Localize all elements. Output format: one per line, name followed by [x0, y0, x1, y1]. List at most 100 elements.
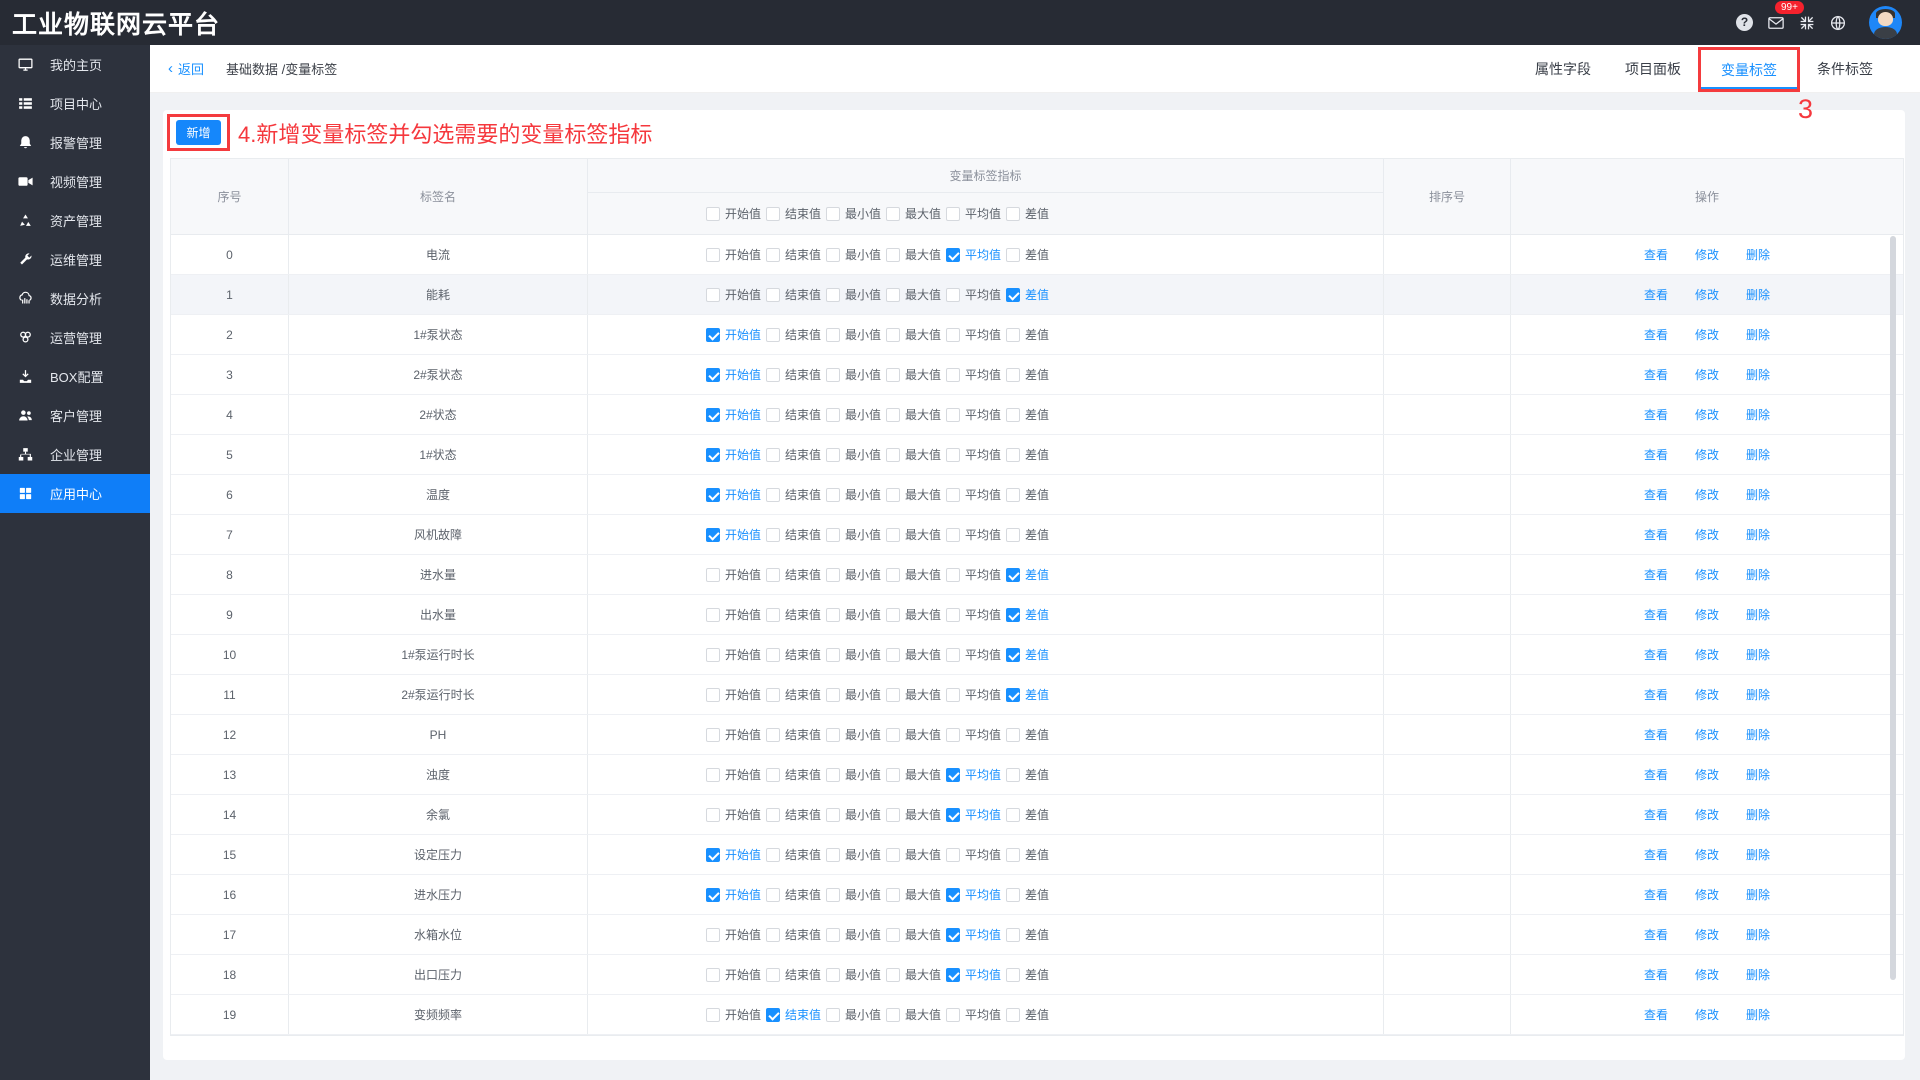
delete-link[interactable]: 删除: [1746, 686, 1770, 703]
edit-link[interactable]: 修改: [1695, 526, 1719, 543]
view-link[interactable]: 查看: [1644, 566, 1668, 583]
view-link[interactable]: 查看: [1644, 326, 1668, 343]
checkbox-end[interactable]: [766, 207, 780, 221]
checkbox-diff[interactable]: [1006, 888, 1020, 902]
checkbox-min[interactable]: [826, 568, 840, 582]
checkbox-avg[interactable]: [946, 488, 960, 502]
checkbox-diff[interactable]: [1006, 248, 1020, 262]
checkbox-start[interactable]: [706, 768, 720, 782]
checkbox-end[interactable]: [766, 888, 780, 902]
checkbox-diff[interactable]: [1006, 368, 1020, 382]
checkbox-start[interactable]: [706, 288, 720, 302]
checkbox-min[interactable]: [826, 368, 840, 382]
sidebar-item-asset-mgmt[interactable]: 资产管理: [0, 201, 150, 240]
delete-link[interactable]: 删除: [1746, 806, 1770, 823]
checkbox-diff[interactable]: [1006, 688, 1020, 702]
checkbox-start[interactable]: [706, 448, 720, 462]
checkbox-end[interactable]: [766, 368, 780, 382]
checkbox-end[interactable]: [766, 528, 780, 542]
checkbox-avg[interactable]: [946, 728, 960, 742]
checkbox-end[interactable]: [766, 328, 780, 342]
checkbox-start[interactable]: [706, 888, 720, 902]
checkbox-avg[interactable]: [946, 928, 960, 942]
delete-link[interactable]: 删除: [1746, 646, 1770, 663]
sidebar-item-alarm-mgmt[interactable]: 报警管理: [0, 123, 150, 162]
checkbox-start[interactable]: [706, 968, 720, 982]
delete-link[interactable]: 删除: [1746, 446, 1770, 463]
checkbox-start[interactable]: [706, 408, 720, 422]
checkbox-diff[interactable]: [1006, 968, 1020, 982]
checkbox-diff[interactable]: [1006, 488, 1020, 502]
checkbox-max[interactable]: [886, 248, 900, 262]
sidebar-item-app-center[interactable]: 应用中心: [0, 474, 150, 513]
checkbox-min[interactable]: [826, 288, 840, 302]
checkbox-start[interactable]: [706, 688, 720, 702]
checkbox-avg[interactable]: [946, 648, 960, 662]
globe-icon[interactable]: [1829, 14, 1847, 32]
delete-link[interactable]: 删除: [1746, 286, 1770, 303]
checkbox-max[interactable]: [886, 688, 900, 702]
checkbox-max[interactable]: [886, 368, 900, 382]
view-link[interactable]: 查看: [1644, 726, 1668, 743]
checkbox-start[interactable]: [706, 928, 720, 942]
checkbox-avg[interactable]: [946, 288, 960, 302]
delete-link[interactable]: 删除: [1746, 926, 1770, 943]
checkbox-end[interactable]: [766, 448, 780, 462]
sidebar-item-project-center[interactable]: 项目中心: [0, 84, 150, 123]
delete-link[interactable]: 删除: [1746, 406, 1770, 423]
checkbox-end[interactable]: [766, 968, 780, 982]
delete-link[interactable]: 删除: [1746, 606, 1770, 623]
checkbox-start[interactable]: [706, 528, 720, 542]
checkbox-avg[interactable]: [946, 848, 960, 862]
checkbox-diff[interactable]: [1006, 448, 1020, 462]
checkbox-min[interactable]: [826, 848, 840, 862]
edit-link[interactable]: 修改: [1695, 406, 1719, 423]
sidebar-item-box-config[interactable]: BOX配置: [0, 357, 150, 396]
checkbox-end[interactable]: [766, 1008, 780, 1022]
checkbox-min[interactable]: [826, 888, 840, 902]
checkbox-diff[interactable]: [1006, 328, 1020, 342]
checkbox-max[interactable]: [886, 328, 900, 342]
view-link[interactable]: 查看: [1644, 246, 1668, 263]
checkbox-start[interactable]: [706, 728, 720, 742]
edit-link[interactable]: 修改: [1695, 606, 1719, 623]
checkbox-max[interactable]: [886, 728, 900, 742]
delete-link[interactable]: 删除: [1746, 326, 1770, 343]
checkbox-max[interactable]: [886, 888, 900, 902]
edit-link[interactable]: 修改: [1695, 286, 1719, 303]
tab-variable-tags[interactable]: 变量标签: [1698, 47, 1800, 92]
checkbox-avg[interactable]: [946, 408, 960, 422]
checkbox-start[interactable]: [706, 207, 720, 221]
delete-link[interactable]: 删除: [1746, 766, 1770, 783]
checkbox-start[interactable]: [706, 328, 720, 342]
compress-icon[interactable]: [1798, 14, 1816, 32]
checkbox-avg[interactable]: [946, 368, 960, 382]
delete-link[interactable]: 删除: [1746, 566, 1770, 583]
checkbox-avg[interactable]: [946, 968, 960, 982]
delete-link[interactable]: 删除: [1746, 886, 1770, 903]
checkbox-avg[interactable]: [946, 568, 960, 582]
delete-link[interactable]: 删除: [1746, 846, 1770, 863]
checkbox-diff[interactable]: [1006, 288, 1020, 302]
checkbox-diff[interactable]: [1006, 608, 1020, 622]
help-icon[interactable]: ?: [1736, 14, 1754, 32]
checkbox-max[interactable]: [886, 448, 900, 462]
checkbox-max[interactable]: [886, 808, 900, 822]
back-button[interactable]: ‹ 返回: [168, 59, 204, 78]
mail-icon[interactable]: 99+: [1767, 14, 1785, 32]
view-link[interactable]: 查看: [1644, 526, 1668, 543]
checkbox-start[interactable]: [706, 608, 720, 622]
view-link[interactable]: 查看: [1644, 286, 1668, 303]
checkbox-min[interactable]: [826, 328, 840, 342]
checkbox-max[interactable]: [886, 288, 900, 302]
view-link[interactable]: 查看: [1644, 766, 1668, 783]
checkbox-start[interactable]: [706, 368, 720, 382]
edit-link[interactable]: 修改: [1695, 806, 1719, 823]
checkbox-avg[interactable]: [946, 808, 960, 822]
checkbox-min[interactable]: [826, 488, 840, 502]
checkbox-min[interactable]: [826, 808, 840, 822]
checkbox-end[interactable]: [766, 608, 780, 622]
sidebar-item-my-home[interactable]: 我的主页: [0, 45, 150, 84]
edit-link[interactable]: 修改: [1695, 926, 1719, 943]
checkbox-end[interactable]: [766, 288, 780, 302]
